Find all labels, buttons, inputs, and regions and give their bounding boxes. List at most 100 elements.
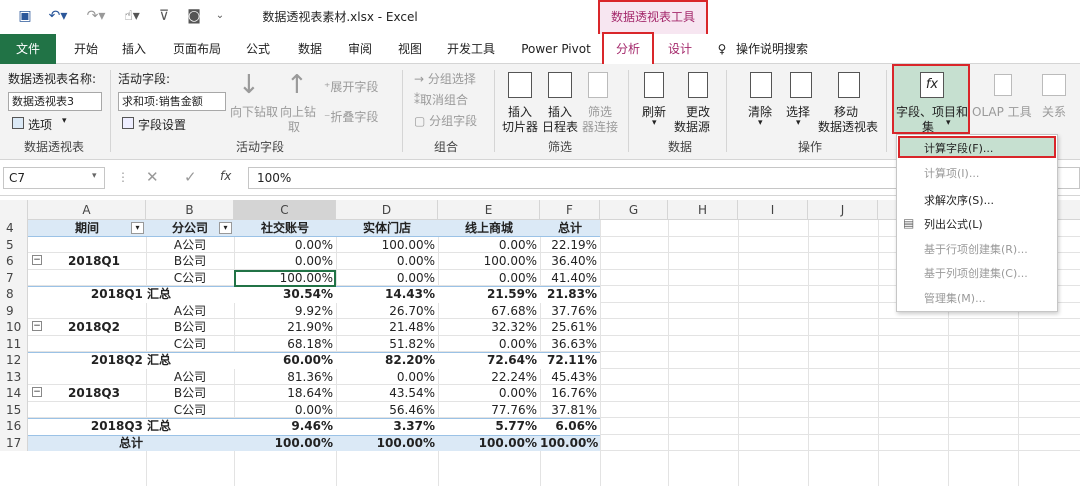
- value-cell[interactable]: 26.70%: [336, 303, 438, 320]
- value-cell[interactable]: 21.48%: [336, 319, 438, 336]
- refresh-dropdown-icon[interactable]: ▾: [652, 118, 657, 128]
- column-header[interactable]: J: [808, 200, 878, 220]
- column-header[interactable]: D: [336, 200, 438, 220]
- collapse-icon[interactable]: −: [32, 321, 42, 331]
- column-header[interactable]: H: [668, 200, 738, 220]
- value-cell[interactable]: 3.37%: [336, 418, 438, 435]
- row-header[interactable]: 7: [0, 269, 28, 286]
- cancel-icon[interactable]: ✕: [146, 168, 159, 186]
- expand-field-button[interactable]: ⁺展开字段: [324, 78, 378, 95]
- value-cell[interactable]: 37.81%: [540, 402, 600, 419]
- value-cell[interactable]: 45.43%: [540, 369, 600, 386]
- tab-review[interactable]: 审阅: [340, 34, 380, 64]
- collapse-icon[interactable]: −: [32, 255, 42, 265]
- row-header[interactable]: 8: [0, 286, 28, 303]
- tab-data[interactable]: 数据: [290, 34, 330, 64]
- menu-item-solve-order[interactable]: 求解次序(S)...: [924, 192, 994, 208]
- value-cell[interactable]: 0.00%: [336, 369, 438, 386]
- subtotal-label[interactable]: 2018Q3 汇总: [28, 418, 234, 435]
- tab-design[interactable]: 设计: [660, 34, 700, 64]
- value-cell[interactable]: 72.64%: [438, 352, 540, 369]
- subtotal-label[interactable]: 2018Q2 汇总: [28, 352, 234, 369]
- row-header[interactable]: 12: [0, 352, 28, 369]
- pivot-header-cell[interactable]: 期间: [28, 220, 146, 237]
- value-cell[interactable]: 43.54%: [336, 385, 438, 402]
- value-cell[interactable]: 6.06%: [540, 418, 600, 435]
- pivot-header-cell[interactable]: 实体门店: [336, 220, 438, 237]
- tab-home[interactable]: 开始: [66, 34, 106, 64]
- select-all-corner[interactable]: [0, 200, 28, 220]
- tab-page-layout[interactable]: 页面布局: [166, 34, 228, 64]
- tab-file[interactable]: 文件: [0, 34, 56, 64]
- row-header[interactable]: 10: [0, 319, 28, 336]
- value-cell[interactable]: 60.00%: [234, 352, 336, 369]
- branch-label[interactable]: A公司: [146, 237, 234, 254]
- value-cell[interactable]: 0.00%: [234, 402, 336, 419]
- period-label[interactable]: 2018Q3: [44, 385, 144, 402]
- value-cell[interactable]: 21.90%: [234, 319, 336, 336]
- value-cell[interactable]: 22.19%: [540, 237, 600, 254]
- value-cell[interactable]: 100.00%: [336, 237, 438, 254]
- branch-label[interactable]: C公司: [146, 402, 234, 419]
- olap-tools-button[interactable]: OLAP 工具: [972, 103, 1032, 120]
- branch-label[interactable]: A公司: [146, 369, 234, 386]
- row-header[interactable]: 6: [0, 253, 28, 270]
- row-header[interactable]: 9: [0, 302, 28, 319]
- value-cell[interactable]: 72.11%: [540, 352, 600, 369]
- value-cell[interactable]: 21.83%: [540, 286, 600, 303]
- menu-item-list-formulas[interactable]: 列出公式(L): [924, 216, 983, 232]
- group-field-button[interactable]: ▢ 分组字段: [414, 112, 477, 129]
- tab-analyze[interactable]: 分析: [604, 34, 652, 64]
- collapse-field-button[interactable]: ⁻折叠字段: [324, 108, 378, 125]
- value-cell[interactable]: 36.40%: [540, 253, 600, 270]
- tell-me-search[interactable]: 操作说明搜索: [736, 34, 816, 64]
- column-header[interactable]: C: [234, 200, 336, 220]
- insert-function-icon[interactable]: fx: [220, 169, 231, 183]
- period-filter-button[interactable]: ▾: [131, 222, 144, 234]
- period-label[interactable]: 2018Q1: [44, 253, 144, 270]
- branch-label[interactable]: C公司: [146, 336, 234, 353]
- field-settings-button[interactable]: 字段设置: [138, 116, 186, 133]
- branch-filter-button[interactable]: ▾: [219, 222, 232, 234]
- row-header[interactable]: 5: [0, 236, 28, 253]
- column-header[interactable]: G: [600, 200, 668, 220]
- row-header[interactable]: 13: [0, 368, 28, 385]
- value-cell[interactable]: 51.82%: [336, 336, 438, 353]
- value-cell[interactable]: 77.76%: [438, 402, 540, 419]
- branch-label[interactable]: C公司: [146, 270, 234, 287]
- menu-item-create-set-cols[interactable]: 基于列项创建集(C)...: [924, 265, 1028, 281]
- value-cell[interactable]: 100.00%: [336, 435, 438, 452]
- value-cell[interactable]: 32.32%: [438, 319, 540, 336]
- value-cell[interactable]: 22.24%: [438, 369, 540, 386]
- grand-total-label[interactable]: 总计: [28, 435, 234, 452]
- row-header[interactable]: 17: [0, 434, 28, 451]
- value-cell[interactable]: 9.92%: [234, 303, 336, 320]
- value-cell[interactable]: 36.63%: [540, 336, 600, 353]
- value-cell[interactable]: 41.40%: [540, 270, 600, 287]
- value-cell[interactable]: 100.00%: [438, 435, 540, 452]
- name-box-dropdown-icon[interactable]: ▾: [92, 171, 97, 181]
- subtotal-label[interactable]: 2018Q1 汇总: [28, 286, 234, 303]
- select-dropdown-icon[interactable]: ▾: [796, 118, 801, 128]
- options-dropdown-icon[interactable]: ▾: [62, 116, 67, 126]
- branch-label[interactable]: B公司: [146, 319, 234, 336]
- tab-formulas[interactable]: 公式: [238, 34, 278, 64]
- menu-item-create-set-rows[interactable]: 基于行项创建集(R)...: [924, 241, 1028, 257]
- value-cell[interactable]: 56.46%: [336, 402, 438, 419]
- ungroup-button[interactable]: ⁑取消组合: [414, 91, 468, 108]
- column-header[interactable]: A: [28, 200, 146, 220]
- collapse-icon[interactable]: −: [32, 387, 42, 397]
- tab-developer[interactable]: 开发工具: [440, 34, 502, 64]
- value-cell[interactable]: 5.77%: [438, 418, 540, 435]
- tab-view[interactable]: 视图: [390, 34, 430, 64]
- value-cell[interactable]: 0.00%: [234, 253, 336, 270]
- group-selection-button[interactable]: → 分组选择: [414, 70, 476, 87]
- value-cell[interactable]: 0.00%: [438, 237, 540, 254]
- value-cell[interactable]: 100.00%: [438, 253, 540, 270]
- column-header[interactable]: I: [738, 200, 808, 220]
- menu-item-manage-sets[interactable]: 管理集(M)...: [924, 290, 986, 306]
- tab-insert[interactable]: 插入: [114, 34, 154, 64]
- value-cell[interactable]: 25.61%: [540, 319, 600, 336]
- column-header[interactable]: E: [438, 200, 540, 220]
- column-header[interactable]: B: [146, 200, 234, 220]
